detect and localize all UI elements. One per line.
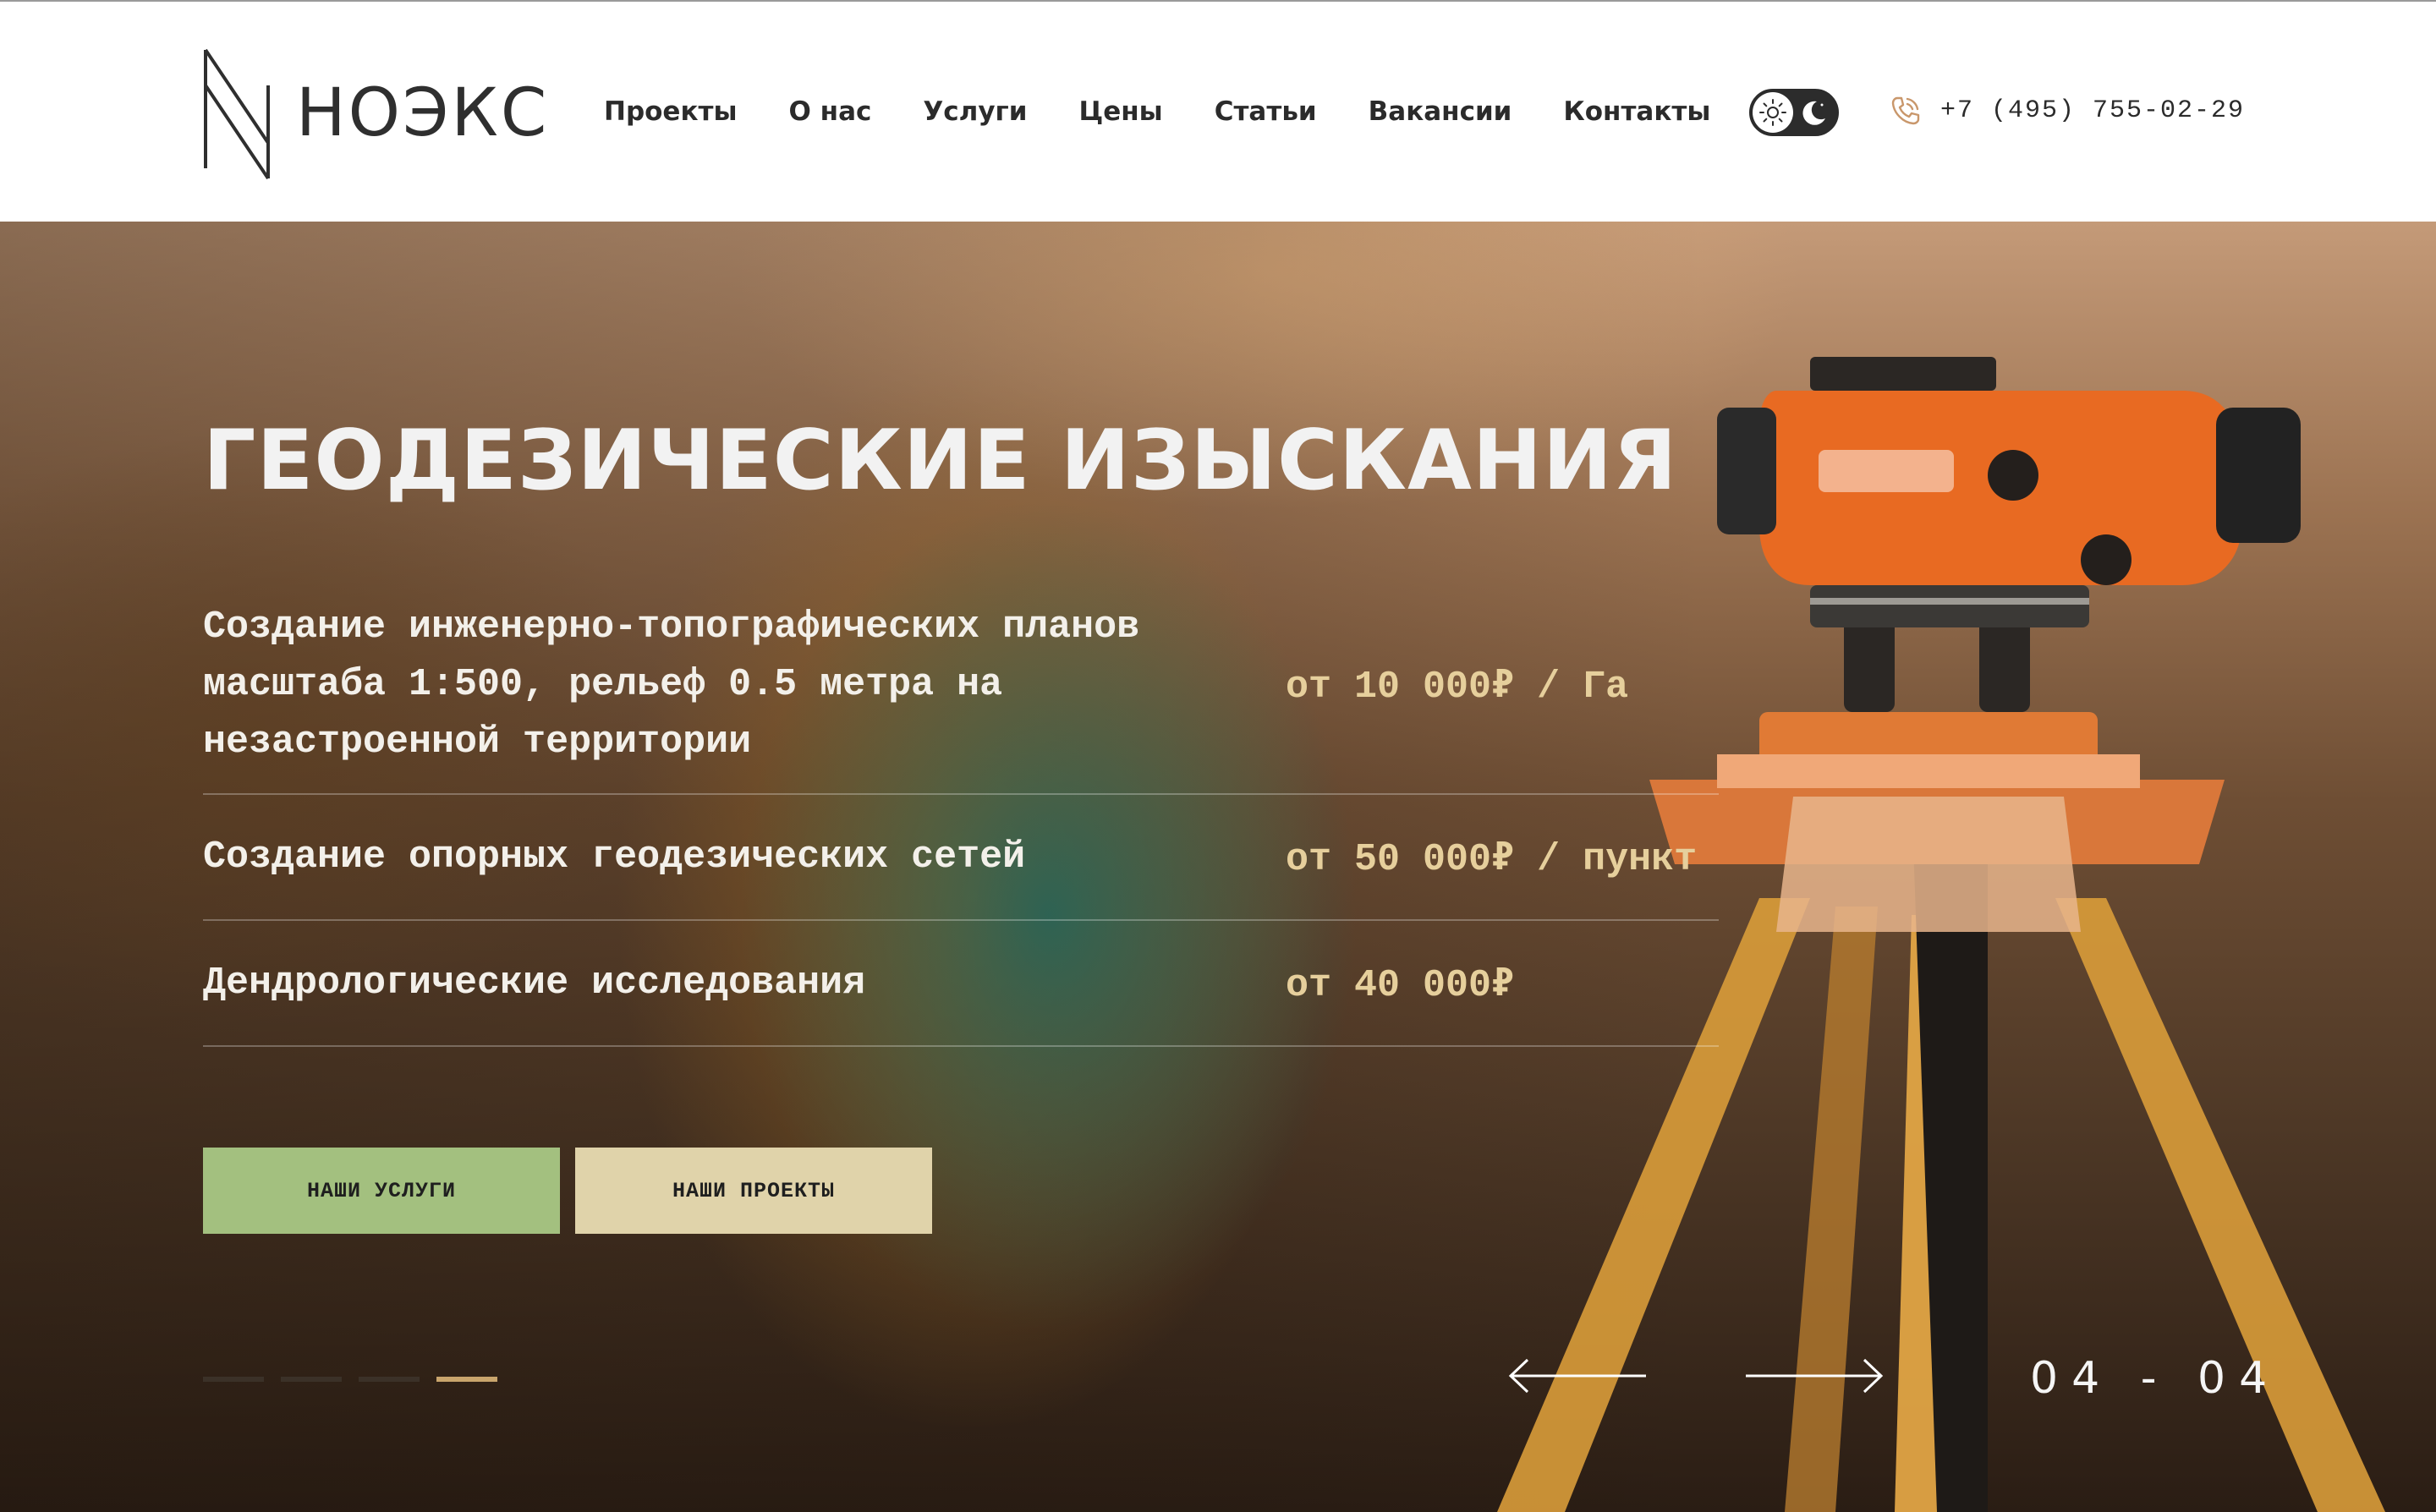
brand-name: НОЭКС [296, 75, 550, 151]
price-row: Дендрологические исследования от 40 000₽ [203, 921, 1719, 1047]
nav-item-about[interactable]: О нас [789, 93, 872, 130]
phone-number: +7 (495) 755-02-29 [1940, 96, 2246, 125]
arrow-left-icon[interactable] [1506, 1355, 1649, 1397]
hero-slider: ГЕОДЕЗИЧЕСКИЕ ИЗЫСКАНИЯ Создание инженер… [0, 222, 2436, 1512]
moon-icon [1802, 101, 1825, 125]
service-description: Дендрологические исследования [203, 961, 866, 1005]
nav-item-vacancies[interactable]: Вакансии [1369, 93, 1512, 130]
our-projects-button[interactable]: НАШИ ПРОЕКТЫ [575, 1148, 932, 1234]
nav-item-contacts[interactable]: Контакты [1563, 93, 1710, 130]
theme-toggle[interactable] [1749, 89, 1839, 136]
slider-dot[interactable] [203, 1377, 264, 1382]
slide-current: 04 [2030, 1353, 2114, 1404]
slide-total: 04 [2197, 1353, 2281, 1404]
phone-contact[interactable]: +7 (495) 755-02-29 [1890, 95, 2245, 127]
service-price: от 10 000₽ / Га [1286, 666, 1629, 709]
service-price: от 40 000₽ [1286, 963, 1515, 1007]
slider-dot[interactable] [281, 1377, 342, 1382]
slider-dot-active[interactable] [436, 1377, 497, 1382]
price-list: Создание инженерно-топографических плано… [203, 577, 1719, 1047]
slider-dot[interactable] [359, 1377, 420, 1382]
logo-mark-icon [204, 48, 270, 179]
arrow-right-icon[interactable] [1742, 1355, 1886, 1397]
site-header: НОЭКС Проекты О нас Услуги Цены Статьи В… [0, 0, 2436, 222]
nav-item-prices[interactable]: Цены [1078, 93, 1162, 130]
hero-title: ГЕОДЕЗИЧЕСКИЕ ИЗЫСКАНИЯ [203, 413, 1678, 509]
our-services-button[interactable]: НАШИ УСЛУГИ [203, 1148, 560, 1234]
brand-logo[interactable]: НОЭКС [203, 46, 549, 181]
service-price: от 50 000₽ / пункт [1286, 837, 1698, 881]
toggle-knob [1753, 92, 1793, 133]
slide-separator: - [2140, 1353, 2170, 1404]
sun-icon [1759, 99, 1786, 126]
slide-counter: 04 - 04 [2030, 1353, 2280, 1404]
price-row: Создание опорных геодезических сетей от … [203, 795, 1719, 921]
nav-item-services[interactable]: Услуги [923, 93, 1027, 130]
main-nav: Проекты О нас Услуги Цены Статьи Ваканси… [604, 93, 1710, 130]
phone-icon [1891, 96, 1920, 125]
service-description: Создание опорных геодезических сетей [203, 835, 1026, 879]
nav-item-projects[interactable]: Проекты [604, 93, 738, 130]
nav-item-articles[interactable]: Статьи [1215, 93, 1317, 130]
service-description: Создание инженерно-топографических плано… [203, 605, 1140, 764]
slider-pagination [203, 1377, 514, 1382]
price-row: Создание инженерно-топографических плано… [203, 577, 1719, 795]
